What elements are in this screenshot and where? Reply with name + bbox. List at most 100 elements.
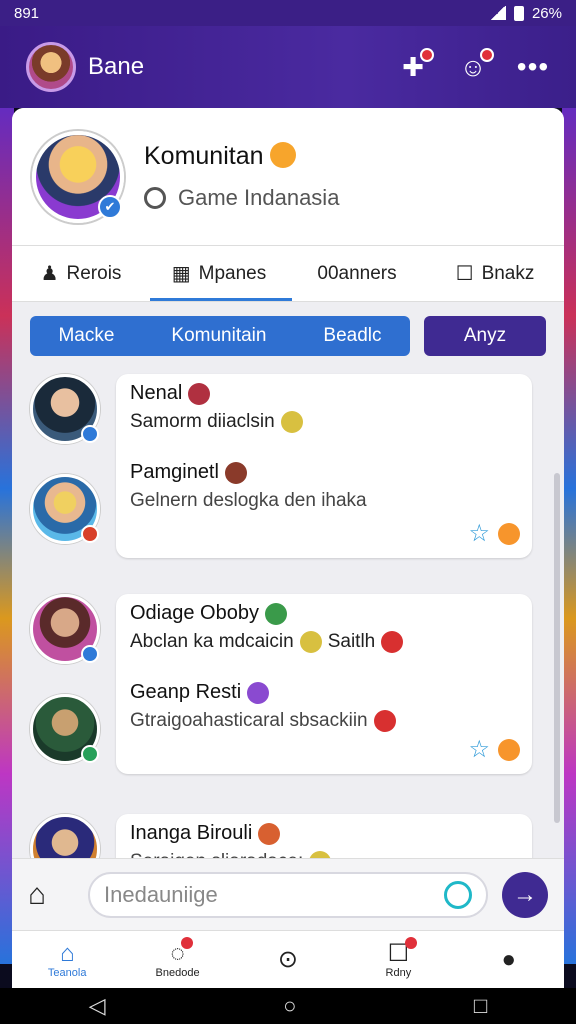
message: Geanp Resti Gtraigoahasticaral sbsackiin <box>130 681 518 732</box>
recents-icon[interactable]: □ <box>474 993 487 1019</box>
smile-reaction-icon[interactable] <box>498 522 520 545</box>
segmented-control: Macke Komunitain Beadlc <box>30 316 410 356</box>
battery-level: 26% <box>531 4 562 22</box>
verified-icon <box>81 645 99 663</box>
background-right-neon <box>562 100 576 964</box>
chat-bubble-icon[interactable]: ☺ <box>456 48 494 84</box>
system-navigation-bar: ◁ ○ □ <box>0 988 576 1024</box>
hands-emoji-icon <box>373 710 396 732</box>
message-composer: ⌂ → <box>12 858 564 930</box>
profile-icon: ● <box>501 945 517 973</box>
message-bubble[interactable]: Odiage Oboby Abclan ka mdcaicin Saitlh Ge… <box>116 594 532 774</box>
anyz-button[interactable]: Anyz <box>424 316 546 356</box>
home-circle-icon[interactable]: ○ <box>283 993 296 1019</box>
active-tab-indicator <box>150 298 292 301</box>
message-text: Gelnern deslogka den ihaka <box>130 490 367 511</box>
community-name: Komunitan <box>144 142 264 170</box>
tab-label: Mpanes <box>198 262 267 284</box>
status-bar: 891 26% <box>0 0 576 26</box>
star-icon[interactable]: ☆ <box>468 735 490 764</box>
segment-komunitain[interactable]: Komunitain <box>161 325 276 347</box>
message-author: Pamginetl <box>130 461 219 483</box>
app-bar: Bane ✚ ☺ ••• <box>0 26 576 108</box>
notification-badge <box>420 48 434 62</box>
notification-badge <box>480 48 494 62</box>
notification-badge <box>405 936 418 949</box>
tab-label: Bnakz <box>481 262 535 284</box>
post-group: Odiage Oboby Abclan ka mdcaicin Saitlh Ge… <box>30 594 546 794</box>
purple-orb-icon <box>247 681 270 704</box>
community-subtitle: Game Indanasia <box>178 185 340 210</box>
hands-emoji-icon <box>381 631 404 653</box>
nav-profile[interactable]: ● <box>469 945 549 973</box>
bottom-navigation: ⌂ Teanola ◌ Bnedode ⊙ ☐ Rdny ● <box>12 930 564 988</box>
badge-icon <box>81 525 99 543</box>
message-text: Samorm diiaclsin <box>130 411 275 432</box>
star-icon[interactable]: ☆ <box>468 519 490 548</box>
globe-icon <box>144 187 166 209</box>
home-icon[interactable]: ⌂ <box>28 878 88 912</box>
smile-emoji-icon <box>299 631 322 653</box>
message-text-extra: Saitlh <box>327 631 376 652</box>
message: Pamginetl Gelnern deslogka den ihaka <box>130 461 518 512</box>
help-icon: ⊙ <box>277 945 299 973</box>
more-options-icon[interactable]: ••• <box>516 50 550 84</box>
message-text: Gtraigoahasticaral sbsackiin <box>130 710 368 731</box>
filter-bar: Macke Komunitain Beadlc Anyz <box>12 302 564 370</box>
tab-label: 00anners <box>317 262 397 284</box>
signal-icon <box>489 6 506 20</box>
message-author: Geanp Resti <box>130 681 242 703</box>
badge-icon <box>81 745 99 763</box>
avatar[interactable] <box>30 374 100 444</box>
smile-emoji-icon <box>269 142 296 168</box>
message-input[interactable] <box>104 881 444 908</box>
avatar[interactable] <box>30 474 100 544</box>
avatar[interactable] <box>30 694 100 764</box>
segment-beadlc[interactable]: Beadlc <box>313 325 391 347</box>
chat-icon: ◌ <box>170 936 193 967</box>
nav-label: Teanola <box>47 966 87 979</box>
puzzle-icon[interactable]: ✚ <box>396 48 434 84</box>
post-group: Nenal Samorm diiaclsin Pamginetl Gelnern… <box>30 374 546 574</box>
character-emoji-icon <box>188 382 211 405</box>
verified-icon <box>81 425 99 443</box>
badge-emoji-icon <box>264 602 287 625</box>
puzzle-icon: ♟ <box>40 263 59 285</box>
tab-rerois[interactable]: ♟ Rerois <box>12 261 150 286</box>
status-time: 891 <box>14 4 40 22</box>
emoji-icon[interactable] <box>444 880 472 909</box>
community-avatar[interactable]: ✔ <box>32 130 124 223</box>
tab-bnakz[interactable]: ☐ Bnakz <box>426 261 564 286</box>
smile-reaction-icon[interactable] <box>498 738 520 761</box>
character-emoji-icon <box>224 461 247 484</box>
message-text: Abclan ka mdcaicin <box>130 631 294 652</box>
notification-badge <box>180 936 193 949</box>
nav-notifications[interactable]: ☐ Rdny <box>358 936 438 979</box>
message-author: Nenal <box>130 382 183 404</box>
nav-label: Rdny <box>385 966 412 979</box>
nav-home[interactable]: ⌂ Teanola <box>27 939 107 979</box>
page-icon: ☐ <box>455 263 474 285</box>
avatar[interactable] <box>30 594 100 664</box>
nav-help[interactable]: ⊙ <box>248 945 328 973</box>
verified-icon: ✔ <box>98 194 122 219</box>
notification-icon: ☐ <box>388 936 418 967</box>
nav-label: Bnedode <box>155 966 200 979</box>
segment-macke[interactable]: Macke <box>48 325 124 347</box>
message-bubble[interactable]: Nenal Samorm diiaclsin Pamginetl Gelnern… <box>116 374 532 558</box>
send-button[interactable]: → <box>502 871 548 918</box>
message: Odiage Oboby Abclan ka mdcaicin Saitlh <box>130 602 518 653</box>
message-author: Inanga Birouli <box>130 822 253 844</box>
nav-chat[interactable]: ◌ Bnedode <box>138 936 218 979</box>
home-icon: ⌂ <box>59 939 75 967</box>
feed-scrollbar[interactable] <box>554 473 560 823</box>
tab-00anners[interactable]: 00anners <box>288 263 426 285</box>
back-icon[interactable]: ◁ <box>89 993 106 1019</box>
tab-mpanes[interactable]: ▦ Mpanes <box>150 261 288 286</box>
app-title: Bane <box>88 53 145 80</box>
message-author: Odiage Oboby <box>130 602 259 624</box>
community-card: ✔ Komunitan Game Indanasia ♟ Rerois ▦ Mp… <box>12 108 564 988</box>
tab-bar: ♟ Rerois ▦ Mpanes 00anners ☐ Bnakz <box>12 246 564 302</box>
character-emoji-icon <box>258 822 281 845</box>
user-avatar[interactable] <box>26 42 76 92</box>
